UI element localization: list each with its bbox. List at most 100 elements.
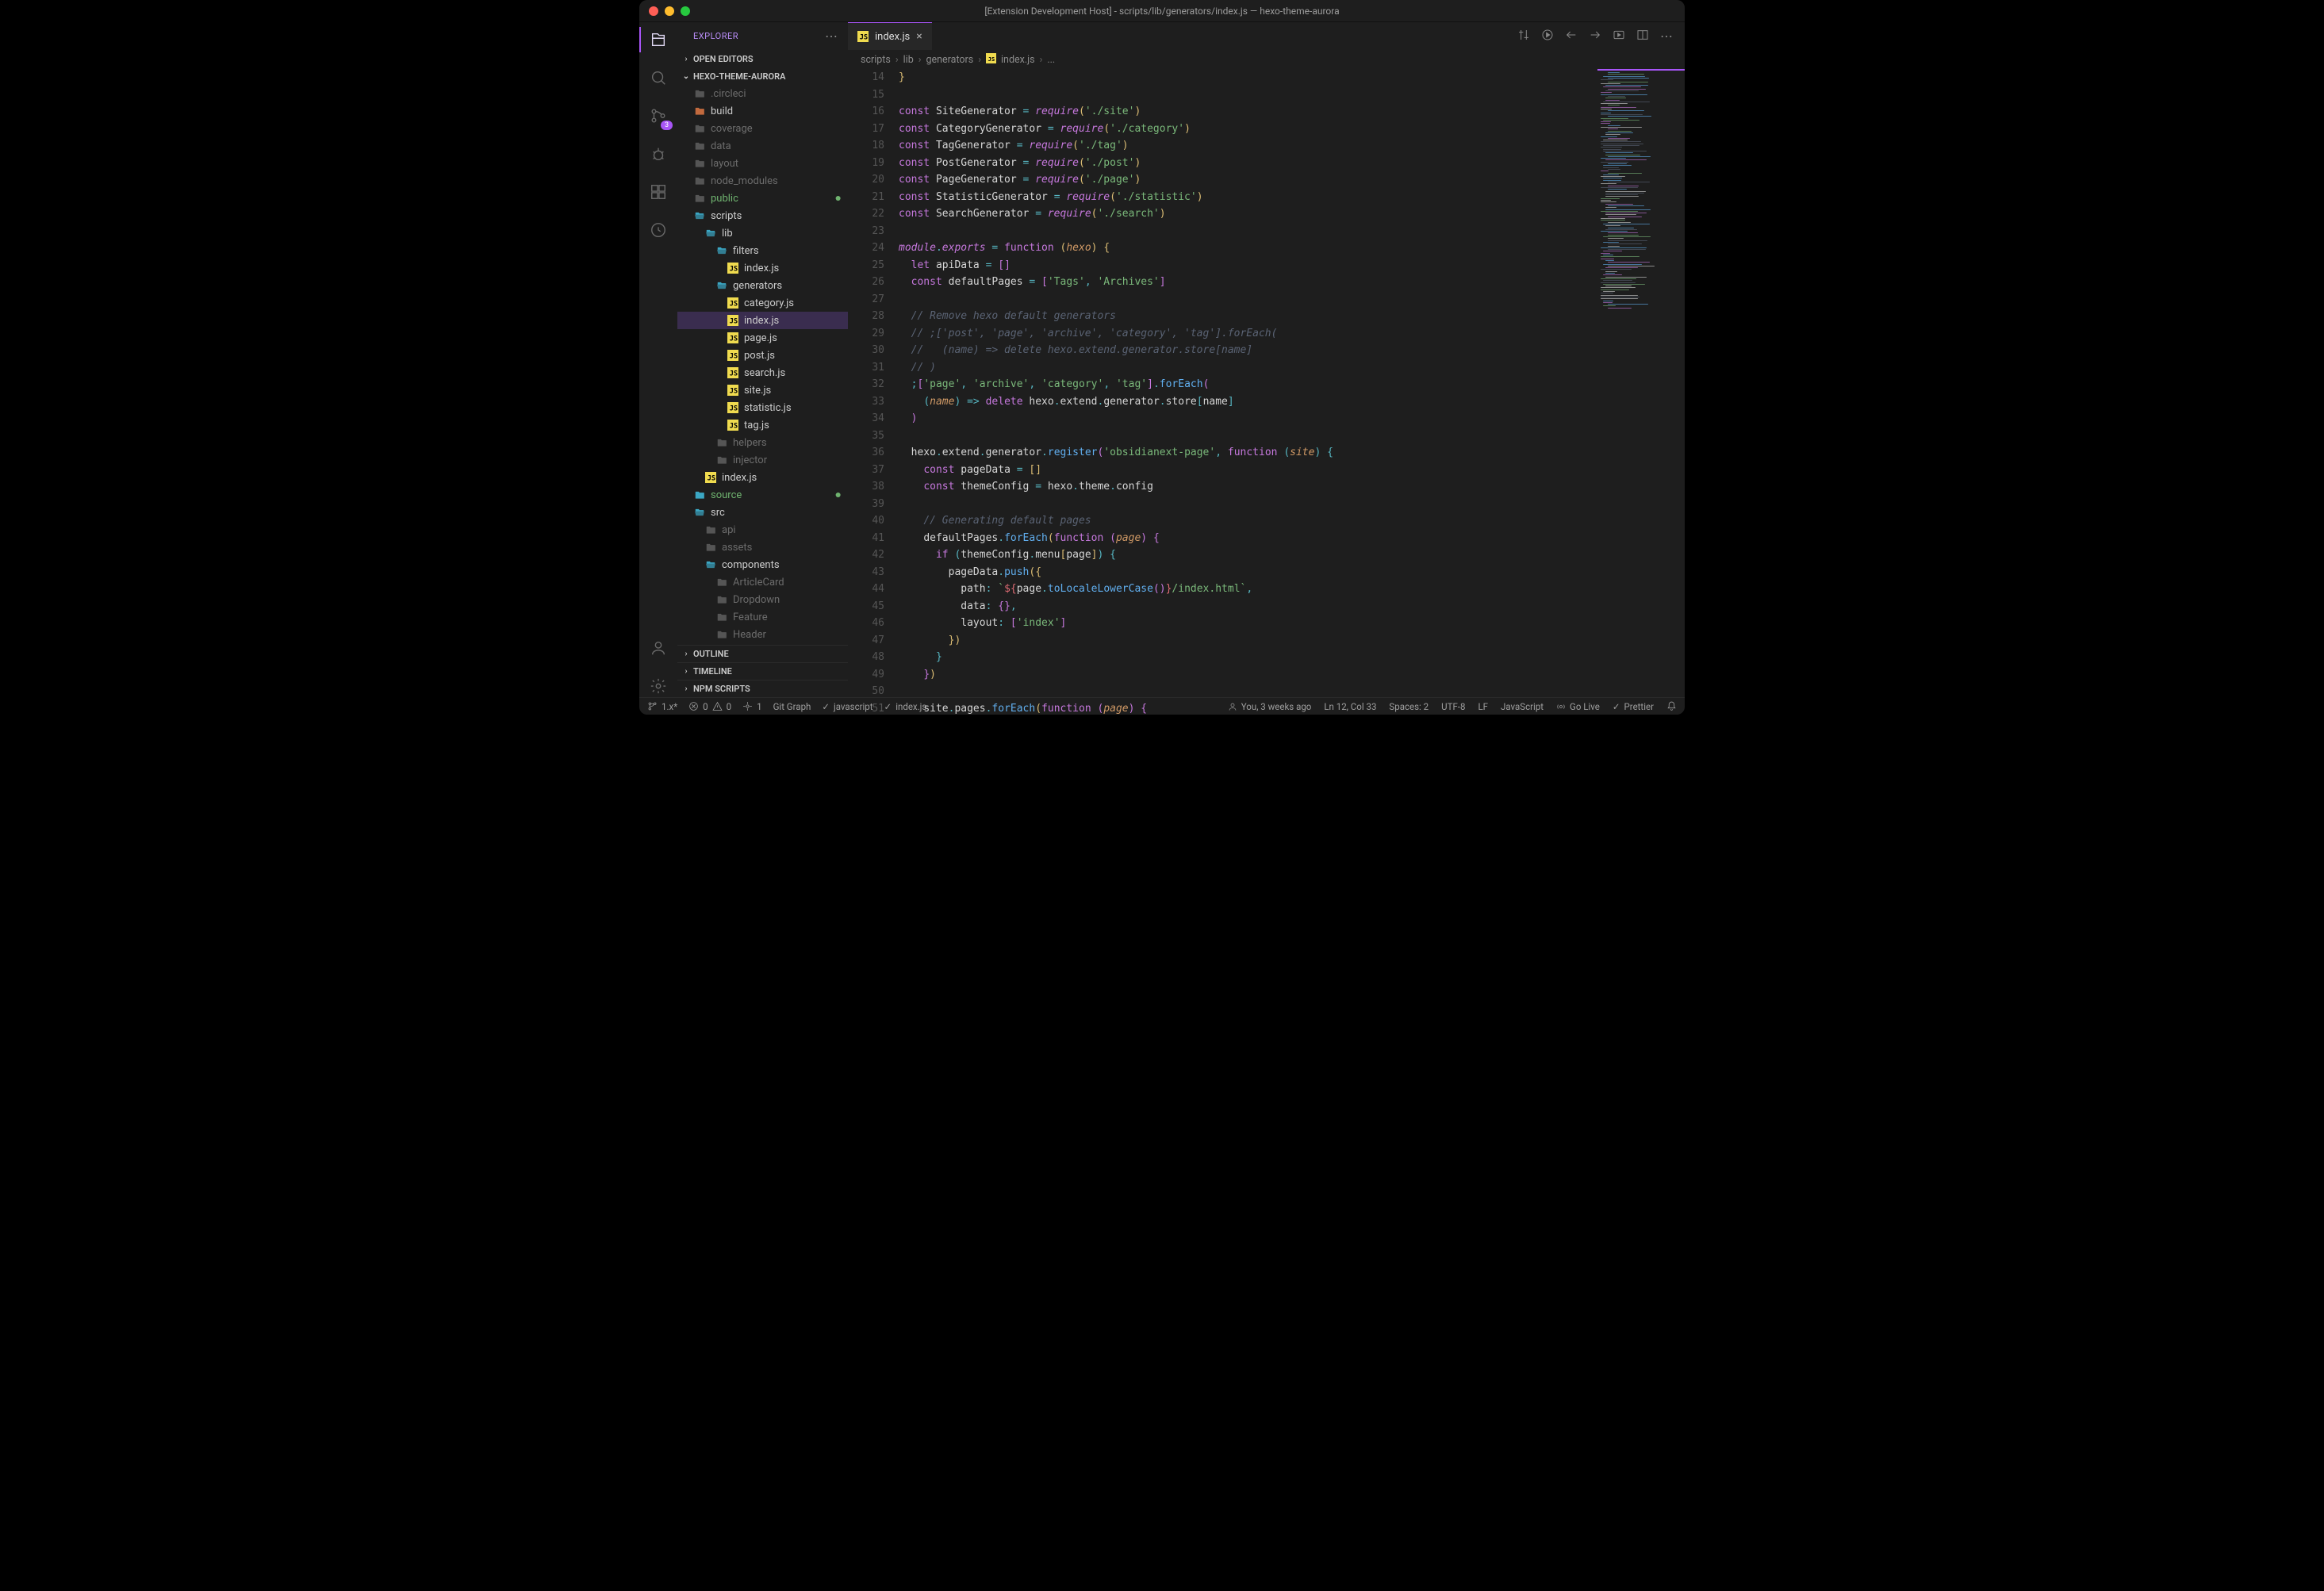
folder-src[interactable]: src xyxy=(677,504,848,521)
folder-icon xyxy=(704,541,717,554)
folder-lib[interactable]: lib xyxy=(677,224,848,242)
breadcrumb-separator-icon: › xyxy=(1040,54,1043,66)
folder-feature[interactable]: Feature xyxy=(677,608,848,626)
file-post-js[interactable]: JS post.js xyxy=(677,347,848,364)
close-window-button[interactable] xyxy=(649,6,658,16)
tree-item-label: components xyxy=(722,559,780,571)
folder-generators[interactable]: generators xyxy=(677,277,848,294)
tab-bar: JS index.js × ⋯ xyxy=(848,22,1685,50)
preview-icon[interactable] xyxy=(1613,29,1625,44)
compare-changes-icon[interactable] xyxy=(1517,29,1530,44)
workspace-section[interactable]: ⌄ HEXO-THEME-AURORA xyxy=(677,67,848,85)
activity-extra-icon[interactable] xyxy=(639,219,677,241)
folder-filters[interactable]: filters xyxy=(677,242,848,259)
code-area[interactable]: 1415161718192021222324252627282930313233… xyxy=(848,69,1685,697)
sidebar-header: EXPLORER ⋯ xyxy=(677,22,848,50)
breadcrumb-item[interactable]: scripts xyxy=(861,54,891,66)
tree-item-label: Header xyxy=(733,629,766,641)
activity-settings-icon[interactable] xyxy=(639,675,677,697)
activity-explorer-icon[interactable] xyxy=(639,29,677,51)
activity-extensions-icon[interactable] xyxy=(639,181,677,203)
tree-item-label: public xyxy=(711,193,738,205)
folder-scripts[interactable]: scripts xyxy=(677,207,848,224)
code-content[interactable]: }const SiteGenerator = require('./site')… xyxy=(899,69,1685,697)
timeline-section[interactable]: › TIMELINE xyxy=(677,662,848,680)
tree-item-label: generators xyxy=(733,280,782,292)
folder-icon xyxy=(693,157,706,170)
run-icon[interactable] xyxy=(1541,29,1554,44)
folder-dropdown[interactable]: Dropdown xyxy=(677,591,848,608)
status-branch[interactable]: 1.x* xyxy=(647,701,677,712)
sidebar-actions-icon[interactable]: ⋯ xyxy=(825,29,838,44)
file-index-js[interactable]: JSindex.js xyxy=(677,469,848,486)
folder-header[interactable]: Header xyxy=(677,626,848,643)
tab-index-js[interactable]: JS index.js × xyxy=(848,22,932,50)
minimize-window-button[interactable] xyxy=(665,6,674,16)
status-problems[interactable]: 0 0 xyxy=(688,701,731,712)
open-editors-section[interactable]: › OPEN EDITORS xyxy=(677,50,848,67)
breadcrumb-item[interactable]: index.js xyxy=(1001,54,1035,66)
folder-source[interactable]: source● xyxy=(677,486,848,504)
folder-icon xyxy=(715,436,728,449)
folder-api[interactable]: api xyxy=(677,521,848,539)
activity-account-icon[interactable] xyxy=(639,637,677,659)
file-category-js[interactable]: JScategory.js xyxy=(677,294,848,312)
breadcrumbs[interactable]: scripts›lib›generators›JSindex.js›... xyxy=(848,50,1685,69)
status-branch-label: 1.x* xyxy=(662,701,677,712)
breadcrumb-item[interactable]: ... xyxy=(1047,54,1055,66)
outline-section[interactable]: › OUTLINE xyxy=(677,645,848,662)
breadcrumb-item[interactable]: generators xyxy=(926,54,973,66)
js-file-icon: JS xyxy=(727,349,739,362)
folder-data[interactable]: data xyxy=(677,137,848,155)
go-back-icon[interactable] xyxy=(1565,29,1578,44)
folder-helpers[interactable]: helpers xyxy=(677,434,848,451)
open-editors-label: OPEN EDITORS xyxy=(693,54,754,64)
tree-item-label: post.js xyxy=(744,350,775,362)
file-statistic-js[interactable]: JSstatistic.js xyxy=(677,399,848,416)
status-ports[interactable]: 1 xyxy=(742,701,761,712)
folder-build[interactable]: build xyxy=(677,102,848,120)
tree-item-label: search.js xyxy=(744,367,785,379)
folder-assets[interactable]: assets xyxy=(677,539,848,556)
folder-articlecard[interactable]: ArticleCard xyxy=(677,573,848,591)
folder-icon xyxy=(715,593,728,606)
close-tab-icon[interactable]: × xyxy=(916,30,922,43)
file-index-js[interactable]: JS index.js xyxy=(677,312,848,329)
more-actions-icon[interactable]: ⋯ xyxy=(1660,29,1674,44)
minimap[interactable] xyxy=(1597,69,1685,697)
folder-public[interactable]: public● xyxy=(677,190,848,207)
svg-text:JS: JS xyxy=(708,475,716,483)
go-forward-icon[interactable] xyxy=(1589,29,1601,44)
split-editor-icon[interactable] xyxy=(1636,29,1649,44)
activity-search-icon[interactable] xyxy=(639,67,677,89)
folder-coverage[interactable]: coverage xyxy=(677,120,848,137)
npm-section[interactable]: › NPM SCRIPTS xyxy=(677,680,848,697)
folder-icon xyxy=(715,628,728,641)
maximize-window-button[interactable] xyxy=(681,6,690,16)
chevron-right-icon: › xyxy=(682,55,690,63)
folder-components[interactable]: components xyxy=(677,556,848,573)
folder-icon xyxy=(715,279,728,292)
file-index-js[interactable]: JSindex.js xyxy=(677,259,848,277)
main-row: 3 EXPLORER ⋯ xyxy=(639,22,1685,697)
folder-icon xyxy=(704,227,717,240)
svg-text:JS: JS xyxy=(730,318,738,326)
status-gitgraph-label: Git Graph xyxy=(773,701,811,712)
file-search-js[interactable]: JSsearch.js xyxy=(677,364,848,381)
js-file-icon: JS xyxy=(986,53,996,67)
status-gitgraph[interactable]: Git Graph xyxy=(773,701,811,712)
tree-item-label: index.js xyxy=(744,263,779,274)
breadcrumb-item[interactable]: lib xyxy=(903,54,914,66)
breadcrumb-separator-icon: › xyxy=(895,54,899,66)
folder-node-modules[interactable]: node_modules xyxy=(677,172,848,190)
chevron-right-icon: › xyxy=(682,650,690,658)
folder--circleci[interactable]: .circleci xyxy=(677,85,848,102)
activity-scm-icon[interactable]: 3 xyxy=(639,105,677,127)
folder-injector[interactable]: injector xyxy=(677,451,848,469)
file-site-js[interactable]: JSsite.js xyxy=(677,381,848,399)
activity-debug-icon[interactable] xyxy=(639,143,677,165)
tree-item-label: index.js xyxy=(744,315,779,327)
folder-layout[interactable]: layout xyxy=(677,155,848,172)
file-page-js[interactable]: JSpage.js xyxy=(677,329,848,347)
file-tag-js[interactable]: JStag.js xyxy=(677,416,848,434)
